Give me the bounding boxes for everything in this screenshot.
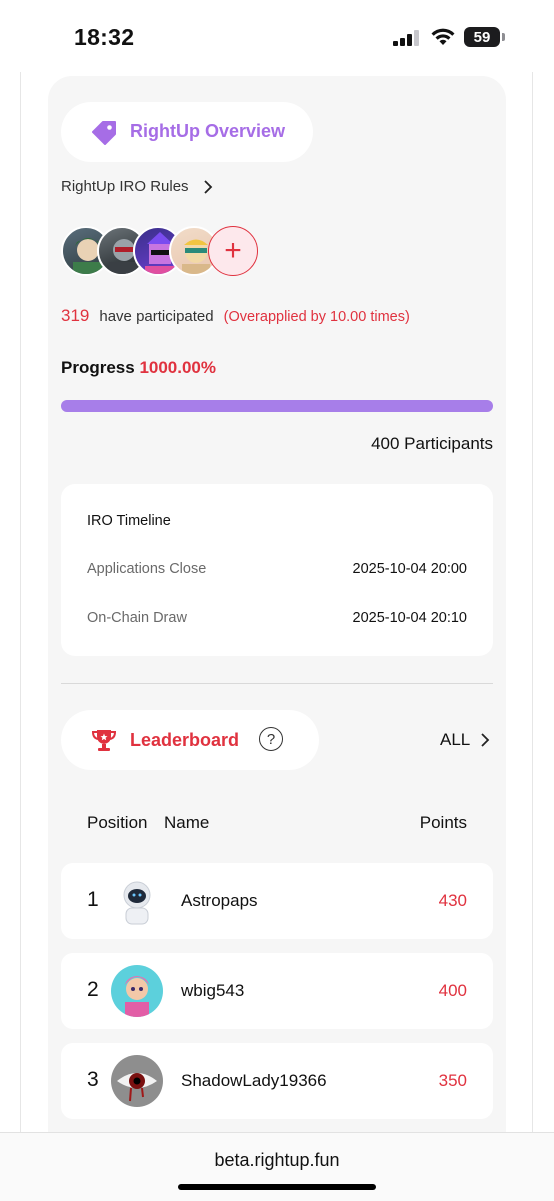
progress-bar <box>61 400 493 412</box>
help-icon[interactable]: ? <box>259 727 283 751</box>
battery-tip <box>502 33 505 41</box>
progress-percent: 1000.00% <box>139 358 217 377</box>
overview-header: RightUp Overview <box>61 102 313 162</box>
iro-timeline: IRO Timeline Applications Close 2025-10-… <box>61 484 493 656</box>
add-participant-button[interactable]: + <box>208 226 258 276</box>
column-name: Name <box>164 813 210 832</box>
leaderboard-row[interactable]: 3 ShadowLady19366 350 <box>61 1043 493 1119</box>
home-indicator[interactable] <box>178 1184 376 1190</box>
price-tag-icon <box>92 121 116 145</box>
user-avatar <box>111 1055 163 1107</box>
row-points: 350 <box>438 1071 467 1090</box>
page-border-left <box>20 72 21 1132</box>
status-bar: 18:32 59 <box>0 0 554 72</box>
participant-count: 319 <box>61 306 90 325</box>
leaderboard-all-link[interactable]: ALL <box>440 730 490 750</box>
row-username: Astropaps <box>181 891 258 910</box>
leaderboard-row[interactable]: 2 wbig543 400 <box>61 953 493 1029</box>
trophy-icon <box>91 730 117 751</box>
plus-icon: + <box>224 234 242 267</box>
timeline-row-label: Applications Close <box>87 561 207 577</box>
chevron-right-icon <box>203 179 212 194</box>
page-border-right <box>532 72 533 1132</box>
participation-summary: 319 have participated (Overapplied by 10.0… <box>61 306 410 326</box>
row-rank: 1 <box>87 888 99 911</box>
user-avatar <box>111 875 163 927</box>
overview-title: RightUp Overview <box>130 121 286 141</box>
leaderboard-header: Leaderboard ? <box>61 710 319 770</box>
overapplied-note: (Overapplied by 10.00 times) <box>223 309 410 325</box>
timeline-row: Applications Close 2025-10-04 20:00 <box>87 561 467 577</box>
participated-label: have participated <box>99 308 214 325</box>
timeline-row-value: 2025-10-04 20:00 <box>352 561 468 577</box>
leaderboard-row[interactable]: 1 Astropaps 430 <box>61 863 493 939</box>
progress-heading: Progress 1000.00% <box>61 358 216 378</box>
timeline-title: IRO Timeline <box>87 513 171 529</box>
all-label: ALL <box>440 730 471 749</box>
url-text[interactable]: beta.rightup.fun <box>0 1150 554 1171</box>
progress-label: Progress <box>61 358 135 377</box>
section-divider <box>61 683 493 684</box>
battery-indicator: 59 <box>464 27 500 47</box>
cellular-signal-icon <box>393 30 419 46</box>
chevron-right-icon <box>481 733 490 747</box>
timeline-row-value: 2025-10-04 20:10 <box>352 610 468 626</box>
leaderboard-title: Leaderboard <box>130 730 240 750</box>
row-points: 400 <box>438 981 467 1000</box>
column-position: Position <box>87 813 148 832</box>
participants-total: 400 Participants <box>371 434 493 453</box>
wifi-icon <box>431 28 455 45</box>
status-time: 18:32 <box>74 24 135 50</box>
browser-address-bar[interactable]: beta.rightup.fun <box>0 1132 554 1201</box>
row-points: 430 <box>438 891 467 910</box>
iro-rules-label: RightUp IRO Rules <box>61 178 189 195</box>
row-username: ShadowLady19366 <box>181 1071 327 1090</box>
timeline-row-label: On-Chain Draw <box>87 610 187 626</box>
timeline-row: On-Chain Draw 2025-10-04 20:10 <box>87 610 467 626</box>
row-username: wbig543 <box>181 981 245 1000</box>
iro-rules-link[interactable]: RightUp IRO Rules <box>61 178 213 195</box>
column-points: Points <box>419 813 467 832</box>
user-avatar <box>111 965 163 1017</box>
row-rank: 2 <box>87 978 99 1001</box>
progress-bar-fill <box>61 400 493 412</box>
row-rank: 3 <box>87 1068 99 1091</box>
